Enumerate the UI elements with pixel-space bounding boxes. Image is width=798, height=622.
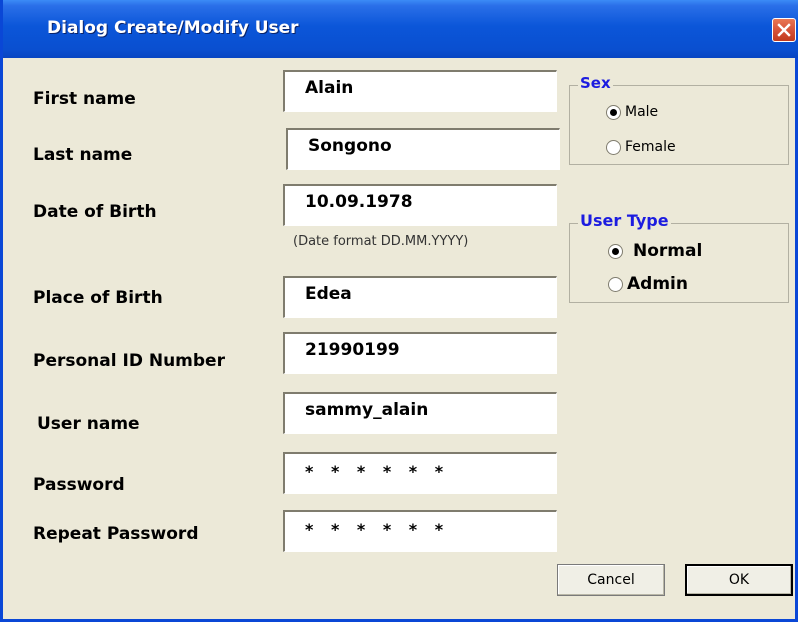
personal-id-label: Personal ID Number [33, 351, 225, 371]
sex-group: Sex Male Female [569, 74, 789, 165]
first-name-field[interactable]: Alain [283, 70, 557, 112]
user-type-group: User Type Normal Admin [569, 211, 789, 303]
password-field[interactable]: * * * * * * [283, 452, 557, 494]
password-label: Password [33, 475, 125, 495]
first-name-label: First name [33, 89, 136, 109]
radio-button-icon[interactable] [606, 104, 621, 120]
personal-id-field[interactable]: 21990199 [283, 332, 557, 374]
sex-legend: Sex [578, 74, 613, 92]
date-format-hint: (Date format DD.MM.YYYY) [293, 234, 469, 249]
radio-female[interactable]: Female [606, 139, 676, 155]
repeat-password-field[interactable]: * * * * * * [283, 510, 557, 552]
dialog-content: First name Last name Date of Birth Place… [6, 58, 798, 619]
title-bar[interactable]: Dialog Create/Modify User [3, 0, 798, 58]
radio-male[interactable]: Male [606, 104, 658, 120]
user-type-legend: User Type [578, 211, 671, 230]
place-of-birth-label: Place of Birth [33, 288, 163, 308]
normal-label: Normal [633, 241, 703, 261]
dialog-window: Dialog Create/Modify User First name Las… [0, 0, 798, 622]
radio-normal[interactable]: Normal [608, 241, 702, 261]
radio-button-icon[interactable] [606, 139, 621, 155]
radio-button-icon[interactable] [608, 276, 623, 292]
date-of-birth-field[interactable]: 10.09.1978 [283, 184, 557, 226]
ok-button[interactable]: OK [685, 564, 793, 596]
window-title: Dialog Create/Modify User [47, 18, 299, 38]
female-label: Female [625, 139, 676, 155]
date-of-birth-label: Date of Birth [33, 202, 157, 222]
repeat-password-label: Repeat Password [33, 524, 199, 544]
user-name-label: User name [37, 414, 140, 434]
user-name-field[interactable]: sammy_alain [283, 392, 557, 434]
last-name-field[interactable]: Songono [286, 128, 560, 170]
last-name-label: Last name [33, 145, 133, 165]
radio-admin[interactable]: Admin [608, 274, 688, 294]
close-button[interactable] [772, 18, 796, 42]
admin-label: Admin [627, 274, 688, 294]
place-of-birth-field[interactable]: Edea [283, 276, 557, 318]
radio-button-icon[interactable] [608, 243, 623, 259]
male-label: Male [625, 104, 659, 120]
cancel-button[interactable]: Cancel [557, 564, 665, 596]
